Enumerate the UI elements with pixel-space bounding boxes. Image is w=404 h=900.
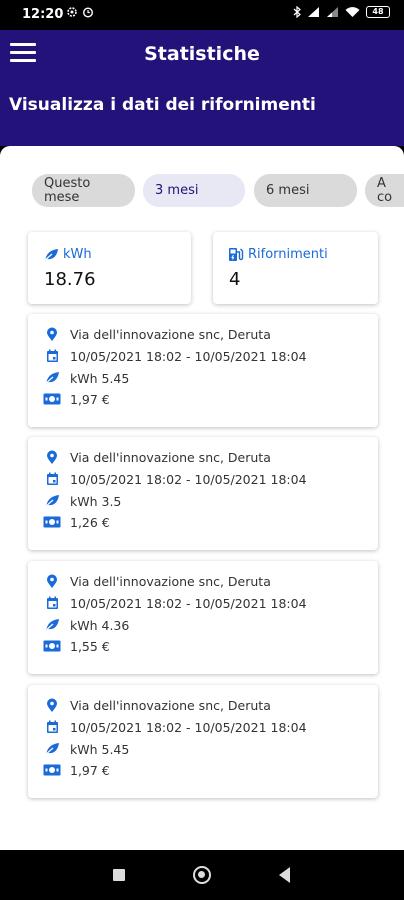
refuel-location-row: Via dell'innovazione snc, Deruta (42, 573, 271, 589)
refuel-location-row: Via dell'innovazione snc, Deruta (42, 326, 271, 342)
filter-chip-this-month[interactable]: Questo mese (32, 174, 135, 207)
refuel-kwh-row: kWh 5.45 (42, 370, 129, 386)
refuel-datetime-row: 10/05/2021 18:02 - 10/05/2021 18:04 (42, 719, 307, 735)
refuel-kwh-row: kWh 5.45 (42, 741, 129, 757)
refuel-datetime: 10/05/2021 18:02 - 10/05/2021 18:04 (70, 471, 307, 487)
leaf-icon (42, 370, 62, 386)
refuel-card[interactable]: Via dell'innovazione snc, Deruta 10/05/20… (28, 685, 378, 798)
cash-icon (42, 514, 62, 530)
calendar-icon (42, 719, 62, 735)
refuel-datetime: 10/05/2021 18:02 - 10/05/2021 18:04 (70, 719, 307, 735)
page-subtitle: Visualizza i dati dei rifornimenti (9, 95, 316, 115)
location-pin-icon (42, 697, 62, 713)
system-nav-bar (0, 850, 404, 900)
leaf-icon (42, 617, 62, 633)
cash-icon (42, 762, 62, 778)
home-button[interactable] (193, 866, 211, 884)
wifi-icon (345, 7, 360, 17)
refuel-location: Via dell'innovazione snc, Deruta (70, 573, 271, 589)
app-bar: Statistiche Visualizza i dati dei riforn… (0, 30, 404, 146)
refuel-location: Via dell'innovazione snc, Deruta (70, 449, 271, 465)
refuel-kwh: kWh 5.45 (70, 370, 130, 386)
refuel-datetime: 10/05/2021 18:02 - 10/05/2021 18:04 (70, 348, 307, 364)
status-time: 12:20 (22, 7, 64, 22)
calendar-icon (42, 348, 62, 364)
refuels-summary-card: Rifornimenti 4 (213, 232, 378, 304)
refuels-summary-label-row: Rifornimenti (228, 247, 328, 262)
refuel-datetime-row: 10/05/2021 18:02 - 10/05/2021 18:04 (42, 348, 307, 364)
refuel-cost-row: 1,26 € (42, 514, 110, 530)
statistics-content[interactable]: Questo mese 3 mesi 6 mesi A co kWh 18.76… (0, 146, 404, 850)
refuel-datetime-row: 10/05/2021 18:02 - 10/05/2021 18:04 (42, 471, 307, 487)
alarm-icon (82, 7, 94, 18)
kwh-summary-card: kWh 18.76 (28, 232, 191, 304)
refuel-kwh: kWh 4.36 (70, 617, 130, 633)
cash-icon (42, 391, 62, 407)
refuel-cost-row: 1,97 € (42, 762, 110, 778)
bluetooth-icon (293, 6, 301, 18)
refuel-datetime: 10/05/2021 18:02 - 10/05/2021 18:04 (70, 595, 307, 611)
refuel-location: Via dell'innovazione snc, Deruta (70, 326, 271, 342)
refuel-location: Via dell'innovazione snc, Deruta (70, 697, 271, 713)
settings-icon (67, 7, 77, 17)
back-button[interactable] (279, 867, 290, 883)
refuels-summary-label: Rifornimenti (248, 247, 328, 262)
refuel-cost: 1,55 € (70, 638, 110, 654)
status-bar: 12:20 48 (0, 0, 404, 30)
ev-station-icon (229, 248, 244, 261)
status-icons-left (66, 6, 94, 18)
kwh-summary-label: kWh (63, 247, 92, 262)
leaf-icon (42, 741, 62, 757)
refuel-location-row: Via dell'innovazione snc, Deruta (42, 449, 271, 465)
location-pin-icon (42, 449, 62, 465)
leaf-icon (43, 248, 58, 261)
refuels-summary-value: 4 (229, 269, 241, 290)
signal-icon (308, 7, 319, 17)
page-title: Statistiche (144, 43, 260, 65)
kwh-summary-value: 18.76 (44, 269, 96, 290)
refuel-card[interactable]: Via dell'innovazione snc, Deruta 10/05/20… (28, 437, 378, 550)
refuel-card[interactable]: Via dell'innovazione snc, Deruta 10/05/20… (28, 314, 378, 427)
cash-icon (42, 638, 62, 654)
period-filter-bar[interactable]: Questo mese 3 mesi 6 mesi A co (32, 174, 404, 208)
refuel-card[interactable]: Via dell'innovazione snc, Deruta 10/05/20… (28, 561, 378, 674)
location-pin-icon (42, 573, 62, 589)
recents-button[interactable] (113, 869, 125, 881)
refuel-location-row: Via dell'innovazione snc, Deruta (42, 697, 271, 713)
refuel-cost: 1,97 € (70, 762, 110, 778)
refuel-kwh-row: kWh 3.5 (42, 493, 121, 509)
refuel-datetime-row: 10/05/2021 18:02 - 10/05/2021 18:04 (42, 595, 307, 611)
refuel-cost-row: 1,97 € (42, 391, 110, 407)
refuel-kwh-row: kWh 4.36 (42, 617, 129, 633)
battery-indicator: 48 (366, 6, 390, 18)
refuel-cost: 1,26 € (70, 514, 110, 530)
calendar-icon (42, 595, 62, 611)
location-pin-icon (42, 326, 62, 342)
status-icons-right: 48 (293, 6, 390, 18)
kwh-summary-label-row: kWh (43, 247, 92, 262)
refuel-cost: 1,97 € (70, 391, 110, 407)
refuel-kwh: kWh 3.5 (70, 493, 122, 509)
filter-chip-6-months[interactable]: 6 mesi (254, 174, 357, 207)
refuel-cost-row: 1,55 € (42, 638, 110, 654)
calendar-icon (42, 471, 62, 487)
filter-chip-3-months[interactable]: 3 mesi (143, 174, 245, 207)
filter-chip-more[interactable]: A co (365, 174, 404, 207)
refuel-kwh: kWh 5.45 (70, 741, 130, 757)
leaf-icon (42, 493, 62, 509)
signal-icon-2 (327, 7, 338, 17)
